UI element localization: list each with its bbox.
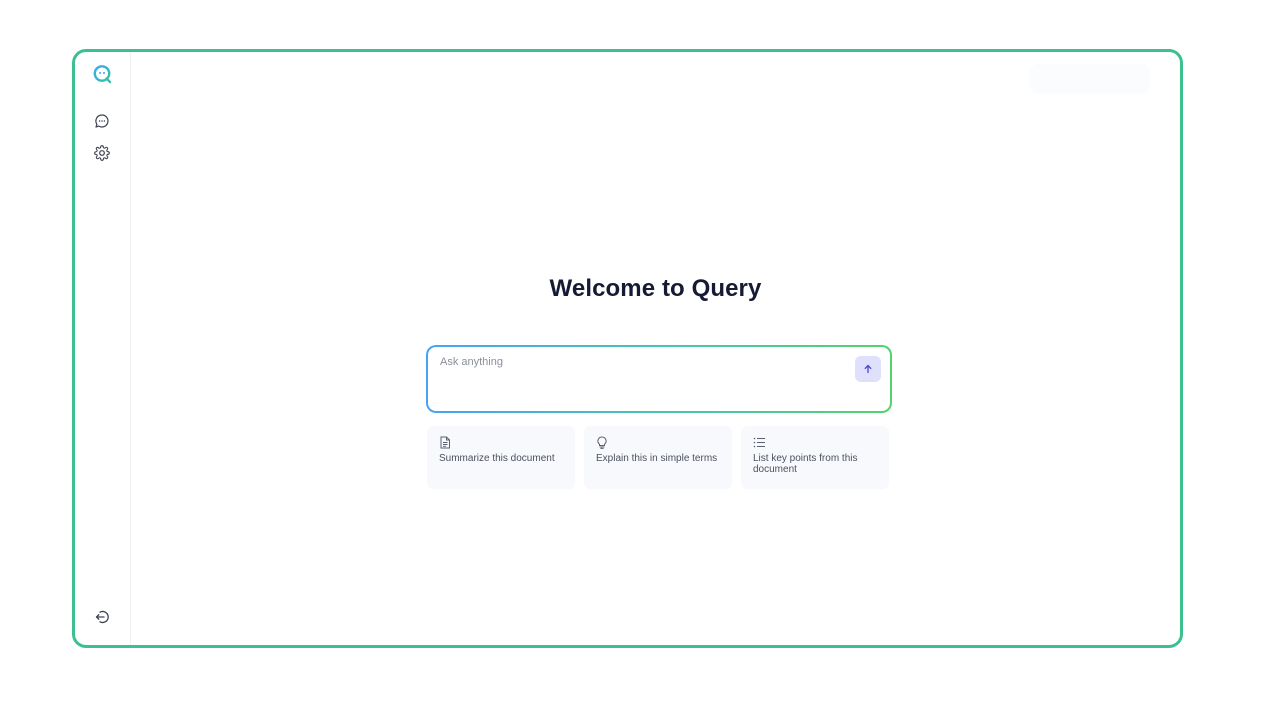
suggestion-list: Summarize this document Explain this in …	[427, 426, 893, 489]
ask-input-container	[426, 345, 892, 413]
suggestion-label: Explain this in simple terms	[596, 453, 718, 464]
sidebar	[75, 52, 131, 645]
ask-input[interactable]	[438, 355, 842, 369]
suggestion-summarize[interactable]: Summarize this document	[427, 426, 575, 489]
page-title: Welcome to Query	[549, 275, 762, 302]
chat-bubble-icon[interactable]	[93, 112, 111, 130]
lightbulb-icon	[596, 436, 609, 449]
main-content: Welcome to Query Ask anything Summarize …	[131, 52, 1180, 645]
app-window: Welcome to Query Ask anything Summarize …	[72, 49, 1183, 648]
list-icon	[753, 436, 766, 449]
logout-icon[interactable]	[93, 608, 111, 626]
suggestion-label: List key points from this document	[753, 453, 858, 475]
suggestion-label: Summarize this document	[439, 453, 555, 464]
query-logo-icon[interactable]	[91, 63, 113, 85]
suggestion-key-points[interactable]: List key points from this document	[741, 426, 889, 489]
document-icon	[439, 436, 452, 449]
suggestion-explain[interactable]: Explain this in simple terms	[584, 426, 732, 489]
arrow-up-icon	[863, 362, 873, 377]
gear-icon[interactable]	[93, 144, 111, 162]
send-button[interactable]	[855, 356, 881, 382]
